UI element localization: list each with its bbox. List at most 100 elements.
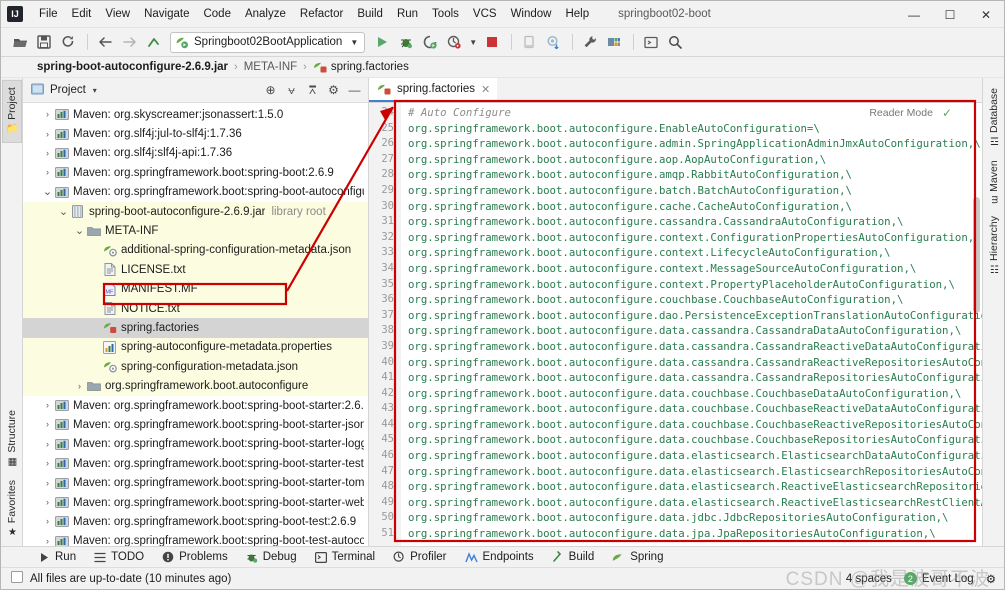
collapse-all-icon[interactable]: ⩞	[303, 81, 322, 100]
indent-indicator[interactable]: 4 spaces	[846, 573, 892, 585]
reader-mode-indicator[interactable]: Reader Mode ✓	[869, 106, 952, 120]
tool-window-button-run[interactable]: Run	[31, 549, 84, 565]
menu-item-code[interactable]: Code	[196, 5, 238, 23]
back-arrow-icon[interactable]	[94, 31, 116, 53]
chevron-down-icon[interactable]: ⌄	[41, 187, 54, 198]
menu-item-navigate[interactable]: Navigate	[137, 5, 196, 23]
sidebar-item-project[interactable]: 📁 Project	[1, 80, 22, 143]
editor-vertical-scrollbar[interactable]	[973, 197, 980, 313]
tool-window-button-build[interactable]: Build	[544, 549, 603, 565]
breadcrumb-item-file[interactable]: spring.factories	[331, 61, 409, 73]
open-folder-icon[interactable]	[9, 31, 31, 53]
profiler-icon[interactable]	[443, 31, 465, 53]
tree-row[interactable]: › Maven: org.springframework.boot:spring-…	[23, 396, 368, 415]
tree-row[interactable]: ⌄ spring-boot-autoconfigure-2.6.9.jar libr…	[23, 201, 368, 222]
sidebar-item-structure[interactable]: ▦ Structure	[3, 404, 21, 474]
tool-window-button-spring[interactable]: Spring	[604, 549, 671, 565]
tree-row[interactable]: › Maven: org.springframework.boot:spring-…	[23, 415, 368, 434]
tool-window-button-todo[interactable]: TODO	[86, 549, 152, 565]
menu-item-analyze[interactable]: Analyze	[238, 5, 293, 23]
chevron-right-icon[interactable]: ›	[41, 459, 54, 468]
sync-icon[interactable]	[57, 31, 79, 53]
close-button[interactable]: ✕	[968, 1, 1004, 28]
chevron-down-icon[interactable]: ⌄	[73, 226, 86, 237]
menu-item-window[interactable]: Window	[504, 5, 559, 23]
tree-row[interactable]: NOTICE.txt	[23, 298, 368, 319]
tree-row[interactable]: ⌄ META-INF	[23, 221, 368, 241]
project-tree[interactable]: › Maven: org.skyscreamer:jsonassert:1.5.0…	[23, 103, 368, 546]
project-structure-icon[interactable]	[603, 31, 625, 53]
tree-row[interactable]: MF MANIFEST.MF	[23, 279, 368, 299]
expand-all-icon[interactable]: ⩝	[282, 81, 301, 100]
chevron-down-icon[interactable]: ▾	[93, 86, 97, 95]
tree-row[interactable]: › Maven: org.springframework.boot:spring-…	[23, 532, 368, 546]
breadcrumb-item-jar[interactable]: spring-boot-autoconfigure-2.6.9.jar	[37, 61, 228, 73]
close-tab-icon[interactable]: ✕	[481, 83, 490, 96]
sidebar-item-maven[interactable]: m Maven	[985, 154, 1003, 210]
tree-row[interactable]: LICENSE.txt	[23, 260, 368, 280]
tree-row[interactable]: › Maven: org.springframework.boot:spring-…	[23, 512, 368, 531]
terminal-window-icon[interactable]	[640, 31, 662, 53]
chevron-right-icon[interactable]: ›	[41, 110, 54, 119]
chevron-right-icon[interactable]: ›	[41, 168, 54, 177]
device-manager-icon[interactable]	[518, 31, 540, 53]
menu-item-edit[interactable]: Edit	[65, 5, 99, 23]
search-everywhere-icon[interactable]	[664, 31, 686, 53]
tree-row[interactable]: additional-spring-configuration-metadata…	[23, 240, 368, 261]
checkbox-icon[interactable]	[11, 571, 23, 586]
sidebar-item-database[interactable]: ☲ Database	[985, 82, 1003, 154]
menu-item-build[interactable]: Build	[350, 5, 390, 23]
inspection-ok-icon[interactable]: ✓	[942, 106, 952, 120]
chevron-right-icon[interactable]: ›	[41, 536, 54, 546]
tree-row[interactable]: › Maven: org.slf4j:jul-to-slf4j:1.7.36	[23, 124, 368, 143]
select-opened-file-icon[interactable]: ⊕	[261, 81, 280, 100]
sidebar-item-favorites[interactable]: ★ Favorites	[3, 474, 21, 544]
profiler-dropdown-icon[interactable]: ▼	[467, 31, 479, 53]
run-configuration-selector[interactable]: Springboot02BootApplication ▼	[170, 31, 366, 53]
settings-gear-icon[interactable]: ⚙	[324, 81, 343, 100]
chevron-right-icon[interactable]: ›	[41, 148, 54, 158]
tree-row[interactable]: › Maven: org.springframework.boot:spring-…	[23, 454, 368, 473]
menu-item-vcs[interactable]: VCS	[466, 5, 504, 23]
tree-row[interactable]: › Maven: org.springframework.boot:spring-…	[23, 435, 368, 454]
code-content[interactable]: # Auto Configure org.springframework.boot…	[401, 103, 982, 546]
chevron-right-icon[interactable]: ›	[41, 478, 54, 488]
settings-wrench-icon[interactable]	[579, 31, 601, 53]
menu-item-view[interactable]: View	[98, 5, 137, 23]
tool-window-button-problems[interactable]: Problems	[154, 549, 236, 565]
recent-edit-icon[interactable]	[142, 31, 164, 53]
status-gear-icon[interactable]: ⚙	[986, 572, 996, 586]
update-project-icon[interactable]	[542, 31, 564, 53]
breadcrumb-item-metainf[interactable]: META-INF	[244, 61, 297, 73]
event-log-button[interactable]: 2 Event Log	[903, 572, 974, 585]
chevron-down-icon[interactable]: ⌄	[57, 206, 70, 217]
chevron-right-icon[interactable]: ›	[41, 498, 54, 507]
chevron-down-icon[interactable]: ▼	[350, 38, 358, 47]
menu-item-tools[interactable]: Tools	[425, 5, 466, 23]
tool-window-button-terminal[interactable]: Terminal	[307, 549, 383, 565]
tool-window-button-endpoints[interactable]: Endpoints	[457, 549, 542, 565]
run-with-coverage-icon[interactable]	[419, 31, 441, 53]
menu-item-file[interactable]: File	[32, 5, 65, 23]
tree-row[interactable]: ⌄ Maven: org.springframework.boot:spring-…	[23, 183, 368, 202]
tree-row[interactable]: › Maven: org.springframework.boot:spring-…	[23, 163, 368, 182]
maximize-button[interactable]: ☐	[932, 1, 968, 28]
tool-window-button-profiler[interactable]: Profiler	[385, 549, 454, 565]
chevron-right-icon[interactable]: ›	[41, 420, 54, 429]
save-icon[interactable]	[33, 31, 55, 53]
sidebar-item-hierarchy[interactable]: ☷ Hierarchy	[985, 210, 1003, 282]
tree-row[interactable]: › Maven: org.springframework.boot:spring-…	[23, 473, 368, 492]
editor-body[interactable]: 24 25 26 27 28 29 30 31 32 33 34 35 36 37 38 39 40 41 42 43…	[369, 103, 982, 546]
chevron-right-icon[interactable]: ›	[41, 401, 54, 410]
chevron-right-icon[interactable]: ›	[73, 381, 86, 391]
tree-row[interactable]: › Maven: org.skyscreamer:jsonassert:1.5.0	[23, 105, 368, 124]
menu-item-help[interactable]: Help	[558, 5, 596, 23]
run-icon[interactable]	[371, 31, 393, 53]
menu-item-refactor[interactable]: Refactor	[293, 5, 350, 23]
tree-row[interactable]: › Maven: org.springframework.boot:spring-…	[23, 493, 368, 512]
editor-tab-spring-factories[interactable]: spring.factories ✕	[369, 78, 498, 102]
menu-item-run[interactable]: Run	[390, 5, 425, 23]
minimize-button[interactable]: —	[896, 1, 932, 28]
tree-row[interactable]: spring-autoconfigure-metadata.properties	[23, 337, 368, 358]
tree-row[interactable]: spring-configuration-metadata.json	[23, 357, 368, 377]
